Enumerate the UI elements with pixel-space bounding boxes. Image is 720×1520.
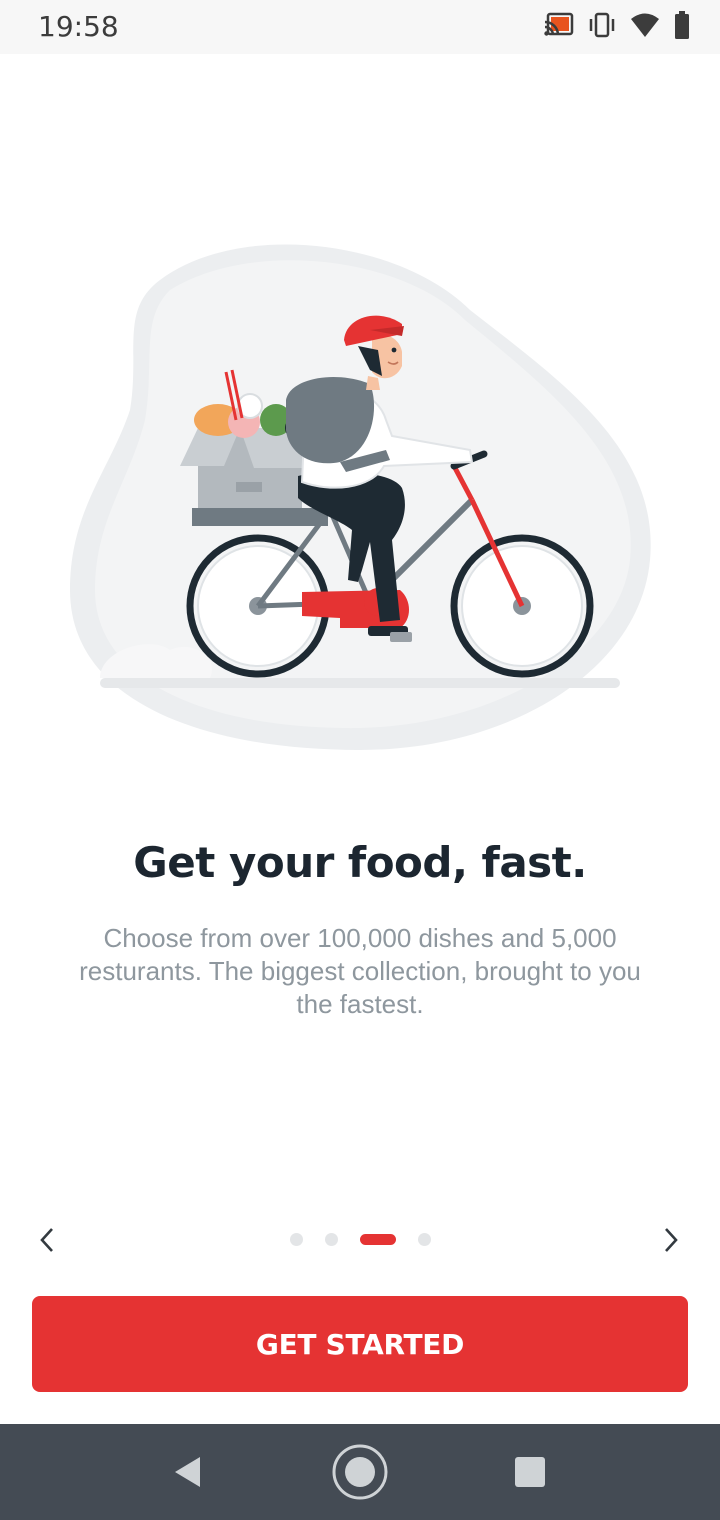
page-dot-3-active	[359, 1234, 396, 1245]
wifi-icon	[630, 12, 660, 43]
onboarding-pager	[0, 1220, 720, 1260]
cast-icon	[544, 12, 574, 43]
back-triangle-icon[interactable]	[158, 1442, 218, 1502]
page-dot-2	[324, 1233, 338, 1246]
system-navigation-bar	[0, 1424, 720, 1520]
status-bar: 19:58	[0, 0, 720, 54]
page-indicator	[0, 1233, 720, 1246]
chevron-right-icon[interactable]	[655, 1224, 687, 1256]
get-started-button[interactable]: GET STARTED	[32, 1296, 688, 1392]
recents-square-icon[interactable]	[500, 1442, 560, 1502]
battery-icon	[674, 10, 690, 44]
status-icons	[544, 10, 690, 44]
vibrate-icon	[588, 12, 616, 43]
page-dot-1	[289, 1233, 303, 1246]
delivery-cyclist-illustration	[40, 230, 680, 770]
onboarding-description: Choose from over 100,000 dishes and 5,00…	[79, 923, 641, 1019]
status-time: 19:58	[38, 10, 119, 43]
page-dot-4	[417, 1233, 431, 1246]
home-circle-icon[interactable]	[330, 1442, 390, 1502]
onboarding-headline: Get your food, fast.	[133, 838, 587, 887]
